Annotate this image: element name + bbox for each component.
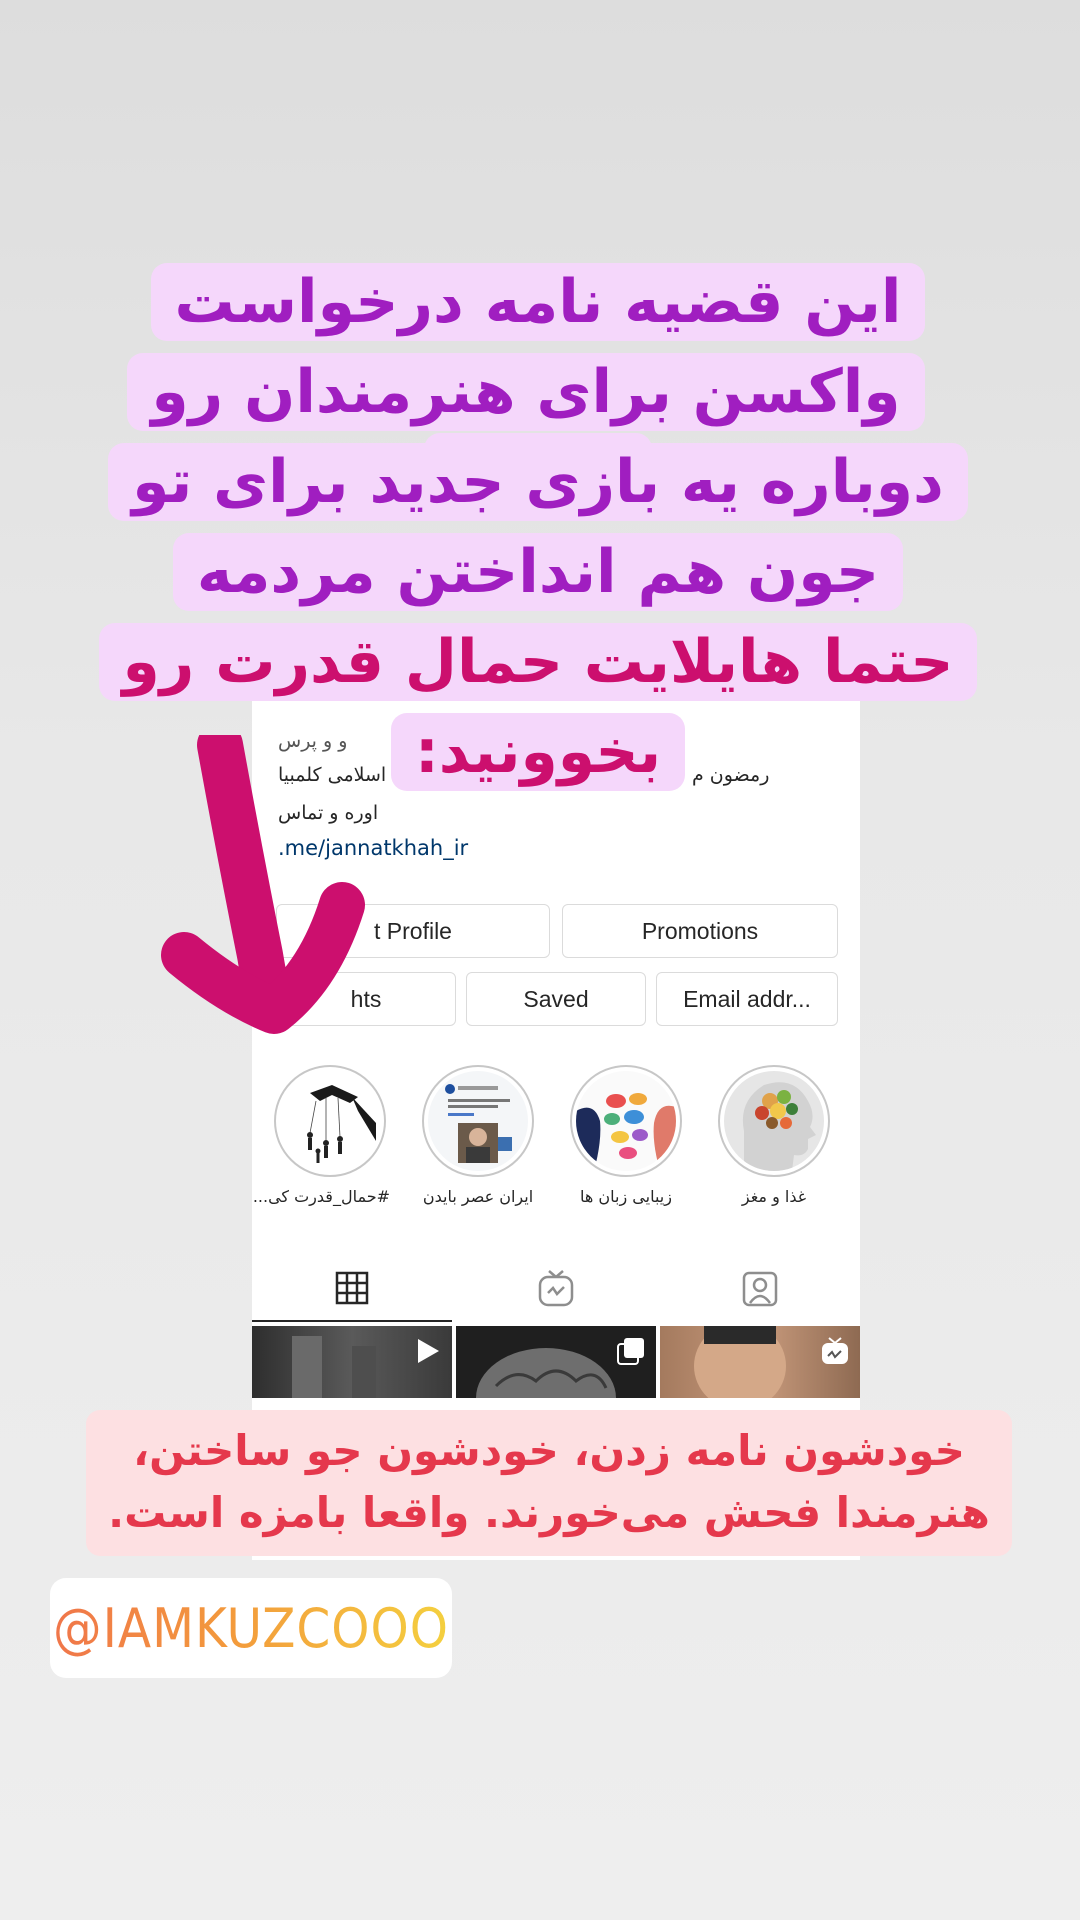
caption-line: جون هم انداختن مردمه bbox=[48, 532, 1028, 612]
caption-line: این قضیه نامه درخواست bbox=[48, 262, 1028, 342]
highlight-item[interactable]: زیبایی زبان ها bbox=[566, 1065, 686, 1206]
email-button[interactable]: Email addr... bbox=[656, 972, 838, 1026]
brain-food-image bbox=[724, 1071, 824, 1171]
grid-icon bbox=[335, 1271, 369, 1305]
highlight-ring bbox=[718, 1065, 830, 1177]
tab-grid[interactable] bbox=[252, 1250, 452, 1326]
highlight-label: غذا و مغز bbox=[741, 1187, 807, 1206]
highlight-ring bbox=[422, 1065, 534, 1177]
promotions-button[interactable]: Promotions bbox=[562, 904, 838, 958]
caption-text: حتما هایلایت حمال قدرت رو bbox=[98, 623, 978, 701]
profile-tabs bbox=[252, 1250, 860, 1326]
tagged-icon bbox=[742, 1271, 778, 1307]
highlight-ring bbox=[274, 1065, 386, 1177]
posts-grid bbox=[252, 1326, 860, 1398]
igtv-icon bbox=[820, 1336, 850, 1370]
highlight-label: زیبایی زبان ها bbox=[580, 1187, 672, 1206]
post-thumbnail[interactable] bbox=[252, 1326, 452, 1398]
caption-text: این قضیه نامه درخواست bbox=[150, 263, 926, 341]
languages-image bbox=[576, 1071, 676, 1171]
puppet-image bbox=[280, 1071, 380, 1171]
highlight-ring bbox=[570, 1065, 682, 1177]
story-bottom-caption: خودشون نامه زدن، خودشون جو ساختن، هنرمند… bbox=[86, 1410, 1012, 1556]
post-thumbnail[interactable] bbox=[660, 1326, 860, 1398]
mention-username: @IAMKUZCOOO bbox=[53, 1596, 449, 1660]
igtv-icon bbox=[538, 1270, 574, 1307]
bottom-caption-line: هنرمندا فحش می‌خورند. واقعا بامزه است. bbox=[108, 1488, 990, 1537]
play-icon bbox=[412, 1336, 442, 1370]
bottom-caption-line: خودشون نامه زدن، خودشون جو ساختن، bbox=[133, 1426, 965, 1475]
highlight-label: #حمال_قدرت کی... bbox=[252, 1187, 390, 1206]
caption-text: دوباره یه بازی جدید برای تو bbox=[108, 443, 968, 521]
saved-button[interactable]: Saved bbox=[466, 972, 646, 1026]
news-post-image bbox=[428, 1071, 528, 1171]
caption-text: بخوونید: bbox=[390, 713, 686, 791]
tab-tagged[interactable] bbox=[660, 1250, 860, 1326]
active-tab-indicator bbox=[252, 1320, 452, 1322]
post-thumbnail[interactable] bbox=[456, 1326, 656, 1398]
caption-line: دوباره یه بازی جدید برای تو bbox=[48, 442, 1028, 522]
caption-text: جون هم انداختن مردمه bbox=[172, 533, 904, 611]
tab-igtv[interactable] bbox=[456, 1250, 656, 1326]
mention-sticker[interactable]: @IAMKUZCOOO bbox=[50, 1578, 452, 1678]
arrow-drawing bbox=[161, 735, 365, 1034]
highlight-item[interactable]: #حمال_قدرت کی... bbox=[252, 1065, 390, 1206]
highlight-item[interactable]: ایران عصر بایدن bbox=[418, 1065, 538, 1206]
highlight-label: ایران عصر بایدن bbox=[422, 1187, 534, 1206]
caption-line: حتما هایلایت حمال قدرت رو bbox=[48, 622, 1028, 702]
carousel-icon bbox=[616, 1336, 646, 1370]
highlight-item[interactable]: غذا و مغز bbox=[714, 1065, 834, 1206]
